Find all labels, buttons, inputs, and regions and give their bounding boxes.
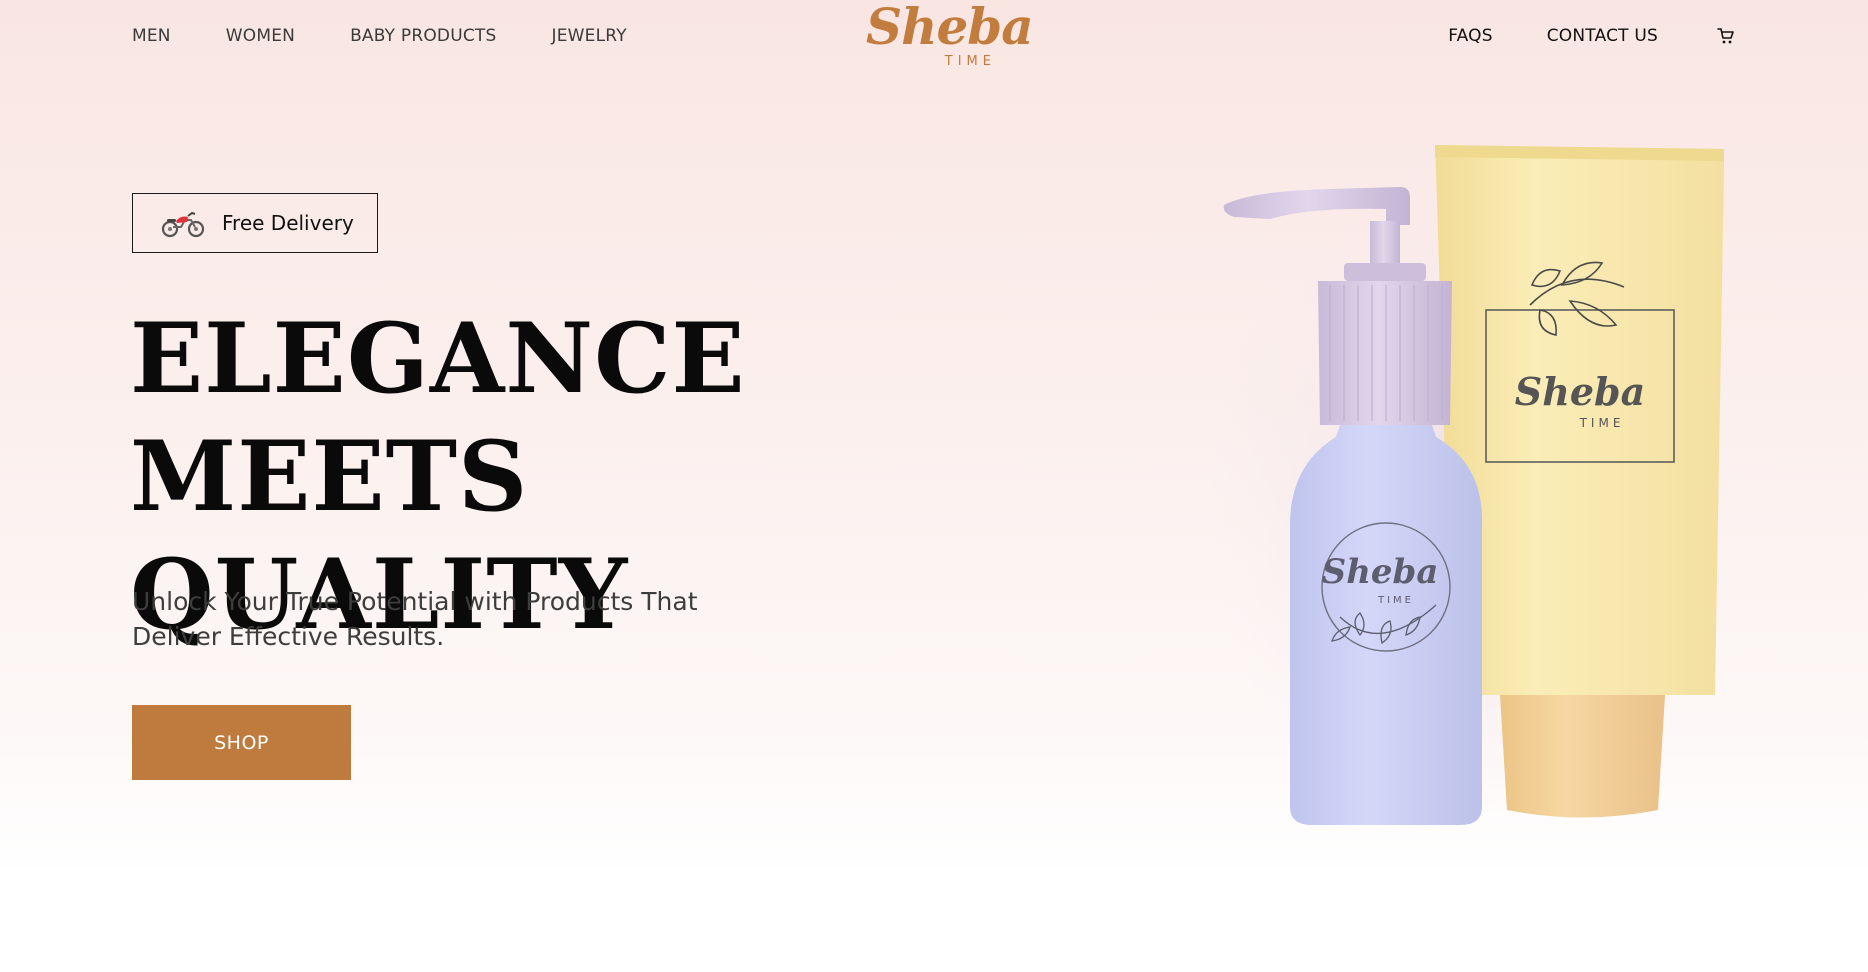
- nav-link-men[interactable]: MEN: [132, 26, 171, 46]
- subtitle-line-1: Unlock Your True Potential with Products…: [132, 587, 698, 616]
- nav-link-women[interactable]: WOMEN: [226, 26, 295, 46]
- hero-subtitle: Unlock Your True Potential with Products…: [132, 584, 772, 654]
- logo-wordmark: Sheba: [866, 0, 1034, 56]
- logo-tagline: TIME: [944, 54, 996, 69]
- tube-tagline-text: TIME: [1579, 416, 1625, 430]
- free-delivery-badge: Free Delivery: [132, 193, 378, 253]
- brand-logo[interactable]: Sheba TIME: [866, 0, 1034, 74]
- nav-link-faqs[interactable]: FAQS: [1448, 26, 1493, 46]
- nav-link-contact-us[interactable]: CONTACT US: [1547, 26, 1658, 46]
- cart-icon[interactable]: [1716, 26, 1736, 46]
- primary-category-nav: MEN WOMEN BABY PRODUCTS JEWELRY: [132, 26, 682, 46]
- subtitle-line-2: Deliver Effective Results.: [132, 622, 445, 651]
- motorcycle-icon: [161, 211, 205, 238]
- hero-product-image: Sheba TIME Sheba TIME: [1210, 145, 1730, 825]
- shop-button[interactable]: SHOP: [132, 705, 351, 780]
- bottle-brand-text: Sheba: [1322, 552, 1439, 592]
- bottle-tagline-text: TIME: [1377, 595, 1414, 606]
- nav-link-jewelry[interactable]: JEWELRY: [552, 26, 627, 46]
- secondary-nav: FAQS CONTACT US: [1394, 26, 1736, 46]
- free-delivery-label: Free Delivery: [222, 211, 354, 235]
- top-navigation: MEN WOMEN BABY PRODUCTS JEWELRY Sheba TI…: [0, 0, 1868, 74]
- tube-brand-text: Sheba: [1515, 369, 1645, 414]
- nav-link-baby-products[interactable]: BABY PRODUCTS: [350, 26, 496, 46]
- headline-line-1: ELEGANCE MEETS: [130, 302, 746, 533]
